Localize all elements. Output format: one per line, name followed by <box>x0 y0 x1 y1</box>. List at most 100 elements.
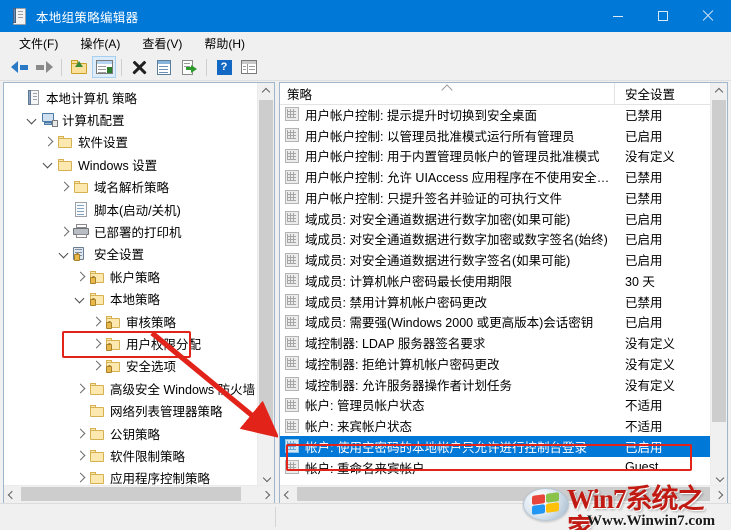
tree-node[interactable]: Windows 设置 <box>4 153 258 175</box>
list-hscroll-thumb[interactable] <box>297 487 710 501</box>
chevron-right-icon[interactable] <box>73 381 87 395</box>
toolbar-forward-button[interactable] <box>32 56 56 78</box>
policy-row[interactable]: 用户帐户控制: 以管理员批准模式运行所有管理员 已启用 <box>280 125 711 146</box>
toolbar-help-button[interactable]: ? <box>212 56 236 78</box>
tree-scroll-left-button[interactable] <box>4 486 20 502</box>
policy-row[interactable]: 域控制器: 允许服务器操作者计划任务 没有定义 <box>280 374 711 395</box>
tree-node[interactable]: 软件限制策略 <box>4 444 258 466</box>
chevron-right-icon[interactable] <box>89 314 103 328</box>
toolbar-list-view-button[interactable] <box>237 56 261 78</box>
policy-list[interactable]: 用户帐户控制: 提示提升时切换到安全桌面 已禁用 用户帐户控制: 以管理员批准模式运… <box>280 104 711 486</box>
menu-bar: 文件(F) 操作(A) 查看(V) 帮助(H) <box>0 32 731 54</box>
status-bar <box>0 503 731 530</box>
chevron-right-icon[interactable] <box>73 448 87 462</box>
chevron-right-icon[interactable] <box>57 225 71 239</box>
tree-node-label: 域名解析策略 <box>94 181 170 196</box>
list-vertical-scrollbar[interactable] <box>710 83 727 486</box>
policy-row[interactable]: 域控制器: LDAP 服务器签名要求 没有定义 <box>280 332 711 353</box>
list-scroll-thumb[interactable] <box>712 100 726 422</box>
list-scroll-down-button[interactable] <box>711 470 727 486</box>
policy-row[interactable]: 域成员: 对安全通道数据进行数字加密(如果可能) 已启用 <box>280 208 711 229</box>
policy-row[interactable]: 域成员: 禁用计算机帐户密码更改 已禁用 <box>280 291 711 312</box>
chevron-down-icon[interactable] <box>41 157 55 171</box>
tree-node[interactable]: 安全设置 <box>4 243 258 265</box>
tree-scroll-up-button[interactable] <box>258 83 274 99</box>
toolbar-delete-button[interactable] <box>127 56 151 78</box>
policy-row[interactable]: 域成员: 对安全通道数据进行数字签名(如果可能) 已启用 <box>280 249 711 270</box>
tree-node[interactable]: 脚本(启动/关机) <box>4 198 258 220</box>
policy-name: 用户帐户控制: 允许 UIAccess 应用程序在不使用安全桌面... <box>305 171 615 186</box>
chevron-right-icon[interactable] <box>89 336 103 350</box>
policy-row[interactable]: 域成员: 计算机帐户密码最长使用期限 30 天 <box>280 270 711 291</box>
tree-node[interactable]: 计算机配置 <box>4 108 258 130</box>
column-header-policy-label: 策略 <box>287 88 313 102</box>
list-horizontal-scrollbar[interactable] <box>280 485 727 503</box>
tree-node[interactable]: 用户权限分配 <box>4 332 258 354</box>
chevron-right-icon[interactable] <box>57 180 71 194</box>
tree-node[interactable]: 本地策略 <box>4 288 258 310</box>
console-tree[interactable]: 本地计算机 策略 计算机配置 软件设置 Windows 设置域名解析策略脚本(启动/关… <box>4 83 258 486</box>
tree-node[interactable]: 高级安全 Windows 防火墙 <box>4 377 258 399</box>
tree-node[interactable]: 审核策略 <box>4 310 258 332</box>
list-scroll-right-button[interactable] <box>711 486 727 502</box>
policy-row[interactable]: 用户帐户控制: 允许 UIAccess 应用程序在不使用安全桌面... 已禁用 <box>280 166 711 187</box>
policy-security-setting: 已启用 <box>625 316 663 331</box>
tree-scroll-right-button[interactable] <box>258 486 274 502</box>
toolbar-properties-button[interactable] <box>152 56 176 78</box>
tree-node[interactable]: 应用程序控制策略 <box>4 467 258 486</box>
toolbar-back-button[interactable] <box>7 56 31 78</box>
policy-security-setting: 已禁用 <box>625 171 663 186</box>
chevron-right-icon[interactable] <box>41 135 55 149</box>
policy-setting-icon <box>285 397 299 412</box>
tree-node[interactable]: 帐户策略 <box>4 265 258 287</box>
close-button[interactable] <box>685 0 731 32</box>
export-list-icon <box>181 59 197 75</box>
tree-node[interactable]: 安全选项 <box>4 355 258 377</box>
column-header-security-setting[interactable]: 安全设置 <box>615 83 711 104</box>
tree-scroll-thumb[interactable] <box>259 100 273 430</box>
chevron-right-icon[interactable] <box>73 269 87 283</box>
tree-node[interactable]: 已部署的打印机 <box>4 220 258 242</box>
folder-lock-icon <box>105 314 122 329</box>
tree-node[interactable]: 网络列表管理器策略 <box>4 399 258 421</box>
menu-view[interactable]: 查看(V) <box>131 33 193 54</box>
policy-row[interactable]: 帐户: 重命名来宾帐户 Guest <box>280 457 711 478</box>
policy-row[interactable]: 帐户: 来宾帐户状态 不适用 <box>280 415 711 436</box>
list-scroll-left-button[interactable] <box>280 486 296 502</box>
toolbar-export-button[interactable] <box>177 56 201 78</box>
policy-row[interactable]: 域控制器: 拒绝计算机帐户密码更改 没有定义 <box>280 353 711 374</box>
tree-horizontal-scrollbar[interactable] <box>4 485 274 503</box>
menu-help[interactable]: 帮助(H) <box>193 33 256 54</box>
policy-row[interactable]: 帐户: 使用空密码的本地帐户只允许进行控制台登录 已启用 <box>280 436 711 457</box>
policy-row[interactable]: 帐户: 管理员帐户状态 不适用 <box>280 395 711 416</box>
tree-node[interactable]: 软件设置 <box>4 131 258 153</box>
policy-name: 域成员: 对安全通道数据进行数字加密(如果可能) <box>305 212 571 227</box>
policy-row[interactable]: 用户帐户控制: 提示提升时切换到安全桌面 已禁用 <box>280 104 711 125</box>
menu-file[interactable]: 文件(F) <box>8 33 69 54</box>
policy-row[interactable]: 域成员: 对安全通道数据进行数字加密或数字签名(始终) 已启用 <box>280 229 711 250</box>
tree-hscroll-thumb[interactable] <box>21 487 241 501</box>
tree-scroll-down-button[interactable] <box>258 470 274 486</box>
policy-row[interactable]: 用户帐户控制: 用于内置管理员帐户的管理员批准模式 没有定义 <box>280 146 711 167</box>
maximize-button[interactable] <box>640 0 685 32</box>
list-scroll-up-button[interactable] <box>711 83 727 99</box>
chevron-down-icon[interactable] <box>73 292 87 306</box>
chevron-down-icon[interactable] <box>25 113 39 127</box>
toolbar-console-tree-button[interactable] <box>92 56 116 78</box>
menu-action[interactable]: 操作(A) <box>69 33 131 54</box>
tree-node[interactable]: 公钥策略 <box>4 422 258 444</box>
minimize-button[interactable] <box>595 0 640 32</box>
chevron-right-icon[interactable] <box>73 426 87 440</box>
tree-vertical-scrollbar[interactable] <box>257 83 274 486</box>
chevron-down-icon[interactable] <box>57 247 71 261</box>
chevron-right-icon[interactable] <box>89 359 103 373</box>
tree-node[interactable]: 域名解析策略 <box>4 176 258 198</box>
column-header-policy[interactable]: 策略 <box>280 83 615 104</box>
security-settings-icon <box>73 246 90 262</box>
chevron-right-icon[interactable] <box>73 471 87 485</box>
policy-name: 域成员: 计算机帐户密码最长使用期限 <box>305 274 512 289</box>
toolbar-up-button[interactable] <box>67 56 91 78</box>
tree-node[interactable]: 本地计算机 策略 <box>4 86 258 108</box>
policy-row[interactable]: 域成员: 需要强(Windows 2000 或更高版本)会话密钥 已启用 <box>280 312 711 333</box>
policy-row[interactable]: 用户帐户控制: 只提升签名并验证的可执行文件 已禁用 <box>280 187 711 208</box>
